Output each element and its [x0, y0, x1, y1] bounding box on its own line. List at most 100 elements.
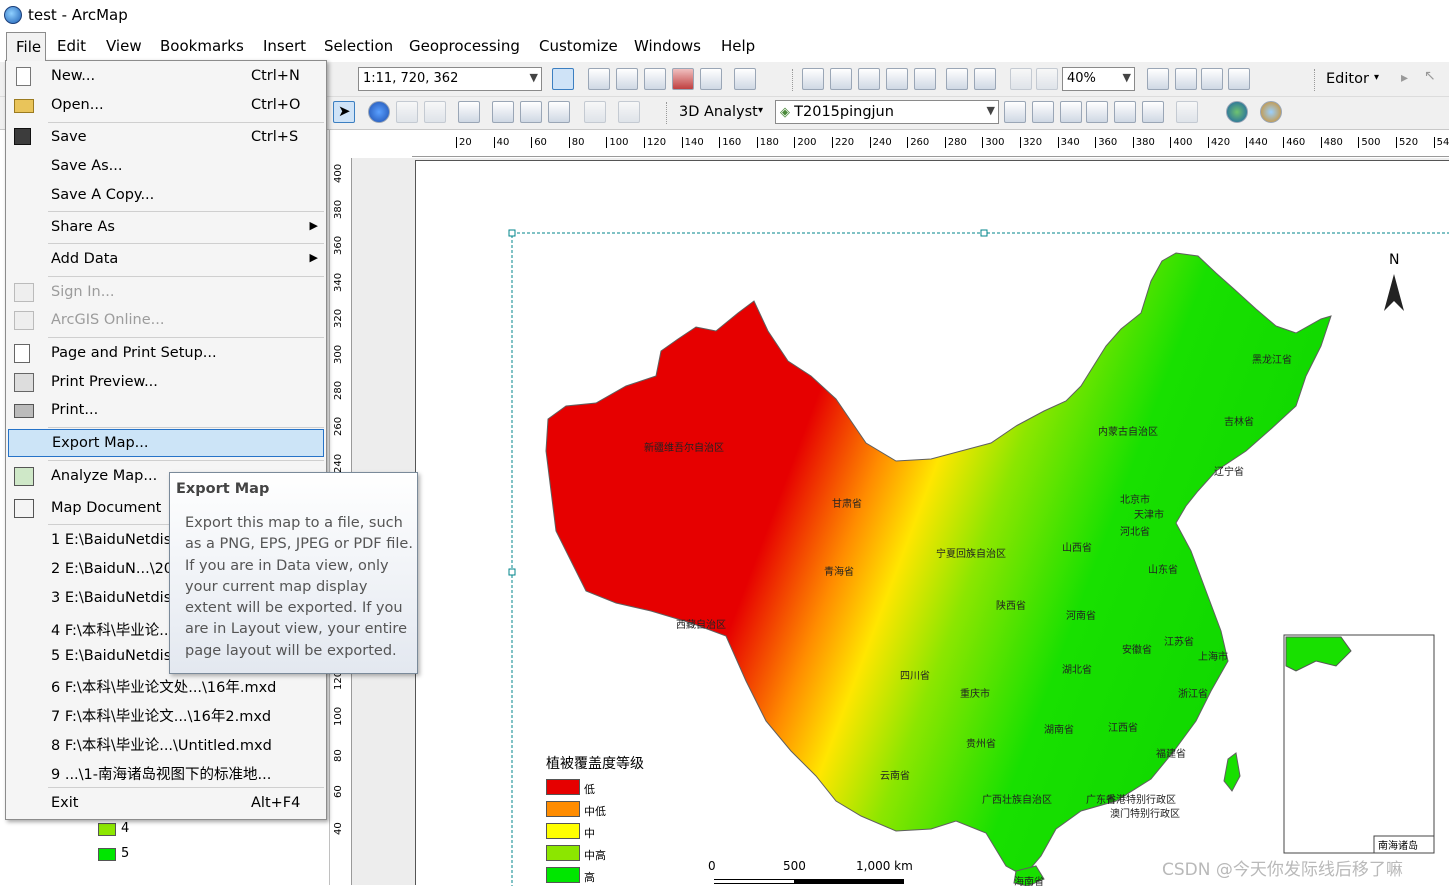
menu-edit[interactable]: Edit — [57, 37, 86, 55]
line-of-sight-icon[interactable] — [1060, 101, 1082, 123]
menu-item-new[interactable]: New... Ctrl+N — [6, 63, 326, 91]
toolbar-separator — [792, 69, 794, 91]
recent-file-6[interactable]: 6 F:\本科\毕业论文处...\16年.mxd — [6, 671, 326, 699]
selection-handle[interactable] — [508, 568, 516, 576]
interpolate-point-icon[interactable] — [1086, 101, 1108, 123]
menu-item-page-setup[interactable]: Page and Print Setup... — [6, 340, 326, 368]
layer-combo[interactable]: ◈ T2015pingjun ▼ — [775, 100, 999, 124]
go-to-xy-icon[interactable] — [548, 101, 570, 123]
menu-file[interactable]: File — [6, 32, 46, 61]
menu-item-save[interactable]: Save Ctrl+S — [6, 124, 326, 152]
arcglobe-icon[interactable] — [1260, 101, 1282, 123]
menu-insert[interactable]: Insert — [263, 37, 306, 55]
menu-customize[interactable]: Customize — [539, 37, 618, 55]
sign-in-icon — [14, 283, 34, 302]
menu-item-share-as[interactable]: Share As ▶ — [6, 214, 326, 242]
menu-item-add-data[interactable]: Add Data ▶ — [6, 246, 326, 274]
find-icon[interactable] — [492, 101, 514, 123]
find-route-icon[interactable] — [520, 101, 542, 123]
province-label: 云南省 — [880, 771, 910, 782]
html-popup-icon[interactable] — [424, 101, 446, 123]
create-viewer-window-icon[interactable] — [618, 101, 640, 123]
fixed-zoom-out-icon[interactable] — [974, 68, 996, 90]
inset-label: 南海诸岛 — [1378, 841, 1418, 852]
menu-bookmarks[interactable]: Bookmarks — [160, 37, 244, 55]
forward-extent-icon[interactable] — [1036, 68, 1058, 90]
pan-page-icon[interactable] — [858, 68, 880, 90]
chevron-down-icon: ▼ — [1122, 71, 1131, 84]
menu-item-export-map[interactable]: Export Map... — [8, 429, 324, 457]
zoom-out-page-icon[interactable] — [830, 68, 852, 90]
menu-item-save-as[interactable]: Save As... — [6, 153, 326, 181]
menu-windows[interactable]: Windows — [634, 37, 701, 55]
measure-icon[interactable] — [458, 101, 480, 123]
table-of-contents-icon[interactable] — [588, 68, 610, 90]
arctoolbox-icon[interactable] — [672, 68, 694, 90]
zoom-100-icon[interactable] — [914, 68, 936, 90]
toggle-draft-mode-icon[interactable] — [1147, 68, 1169, 90]
3d-analyst-menu[interactable]: 3D Analyst — [679, 104, 758, 120]
arcmap-app-icon — [4, 6, 22, 24]
interpolate-polygon-icon[interactable] — [1142, 101, 1164, 123]
zoom-in-page-icon[interactable] — [802, 68, 824, 90]
hyperlink-icon[interactable] — [396, 101, 418, 123]
scalebar-label: 0 — [708, 859, 716, 873]
edit-tool-icon[interactable]: ▸ — [1401, 70, 1408, 86]
map-document-properties-icon — [14, 499, 34, 518]
menu-item-save-a-copy[interactable]: Save A Copy... — [6, 182, 326, 210]
menu-selection[interactable]: Selection — [324, 37, 393, 55]
ruler-tick-label: 340 — [333, 272, 344, 292]
interpolate-line-icon[interactable] — [1114, 101, 1136, 123]
editor-menu[interactable]: Editor — [1326, 71, 1369, 87]
ruler-tick-label: 360 — [1095, 137, 1117, 148]
data-driven-pages-icon[interactable] — [1228, 68, 1250, 90]
model-builder-icon[interactable] — [734, 68, 756, 90]
back-extent-icon[interactable] — [1010, 68, 1032, 90]
editor-toolbar-toggle-icon[interactable] — [552, 68, 574, 90]
contour-icon[interactable] — [1004, 101, 1026, 123]
selection-handle[interactable] — [980, 229, 988, 237]
recent-file-9[interactable]: 9 ...\1-南海诸岛视图下的标准地... — [6, 758, 326, 786]
menu-item-exit[interactable]: Exit Alt+F4 — [6, 790, 326, 818]
steepest-path-icon[interactable] — [1032, 101, 1054, 123]
province-label: 内蒙古自治区 — [1098, 427, 1158, 438]
menu-item-open[interactable]: Open... Ctrl+O — [6, 92, 326, 120]
python-window-icon[interactable] — [700, 68, 722, 90]
menu-separator — [48, 427, 324, 428]
menu-item-label: New... — [51, 68, 96, 84]
map-scale-combo[interactable]: 1:11, 720, 362 ▼ — [358, 67, 542, 91]
arcscene-icon[interactable] — [1226, 101, 1248, 123]
menu-item-print-preview[interactable]: Print Preview... — [6, 369, 326, 397]
catalog-window-icon[interactable] — [616, 68, 638, 90]
taiwan-island — [1223, 752, 1241, 792]
menu-item-print[interactable]: Print... — [6, 397, 326, 425]
recent-file-label: 9 ...\1-南海诸岛视图下的标准地... — [51, 767, 272, 783]
fixed-zoom-in-icon[interactable] — [946, 68, 968, 90]
change-layout-icon[interactable] — [1201, 68, 1223, 90]
ruler-tick-label: 380 — [1132, 137, 1155, 148]
zoom-whole-page-icon[interactable] — [886, 68, 908, 90]
menu-item-label: ArcGIS Online... — [51, 312, 165, 328]
recent-file-8[interactable]: 8 F:\本科\毕业论...\Untitled.mxd — [6, 729, 326, 757]
menu-item-label: Save As... — [51, 158, 123, 174]
recent-file-label: 5 E:\BaiduNetdis — [51, 648, 172, 664]
edit-annotation-icon[interactable]: ↖ — [1424, 68, 1436, 84]
province-label: 香港特别行政区 — [1106, 795, 1176, 806]
time-slider-icon[interactable] — [584, 101, 606, 123]
menu-item-label: Print Preview... — [51, 374, 158, 390]
ruler-tick-label: 440 — [1245, 137, 1268, 148]
menu-help[interactable]: Help — [721, 37, 755, 55]
printer-icon — [14, 404, 34, 418]
selection-handle[interactable] — [508, 229, 516, 237]
recent-file-7[interactable]: 7 F:\本科\毕业论文...\16年2.mxd — [6, 700, 326, 728]
layout-zoom-combo[interactable]: 40% ▼ — [1062, 67, 1135, 91]
identify-icon[interactable] — [368, 101, 390, 123]
legend-swatch — [546, 845, 580, 861]
province-label: 山西省 — [1062, 543, 1092, 554]
profile-graph-icon[interactable] — [1176, 101, 1198, 123]
search-window-icon[interactable] — [644, 68, 666, 90]
focus-data-frame-icon[interactable] — [1175, 68, 1197, 90]
ruler-tick-label: 140 — [681, 137, 704, 148]
menu-geoprocessing[interactable]: Geoprocessing — [409, 37, 520, 55]
menu-view[interactable]: View — [106, 37, 142, 55]
